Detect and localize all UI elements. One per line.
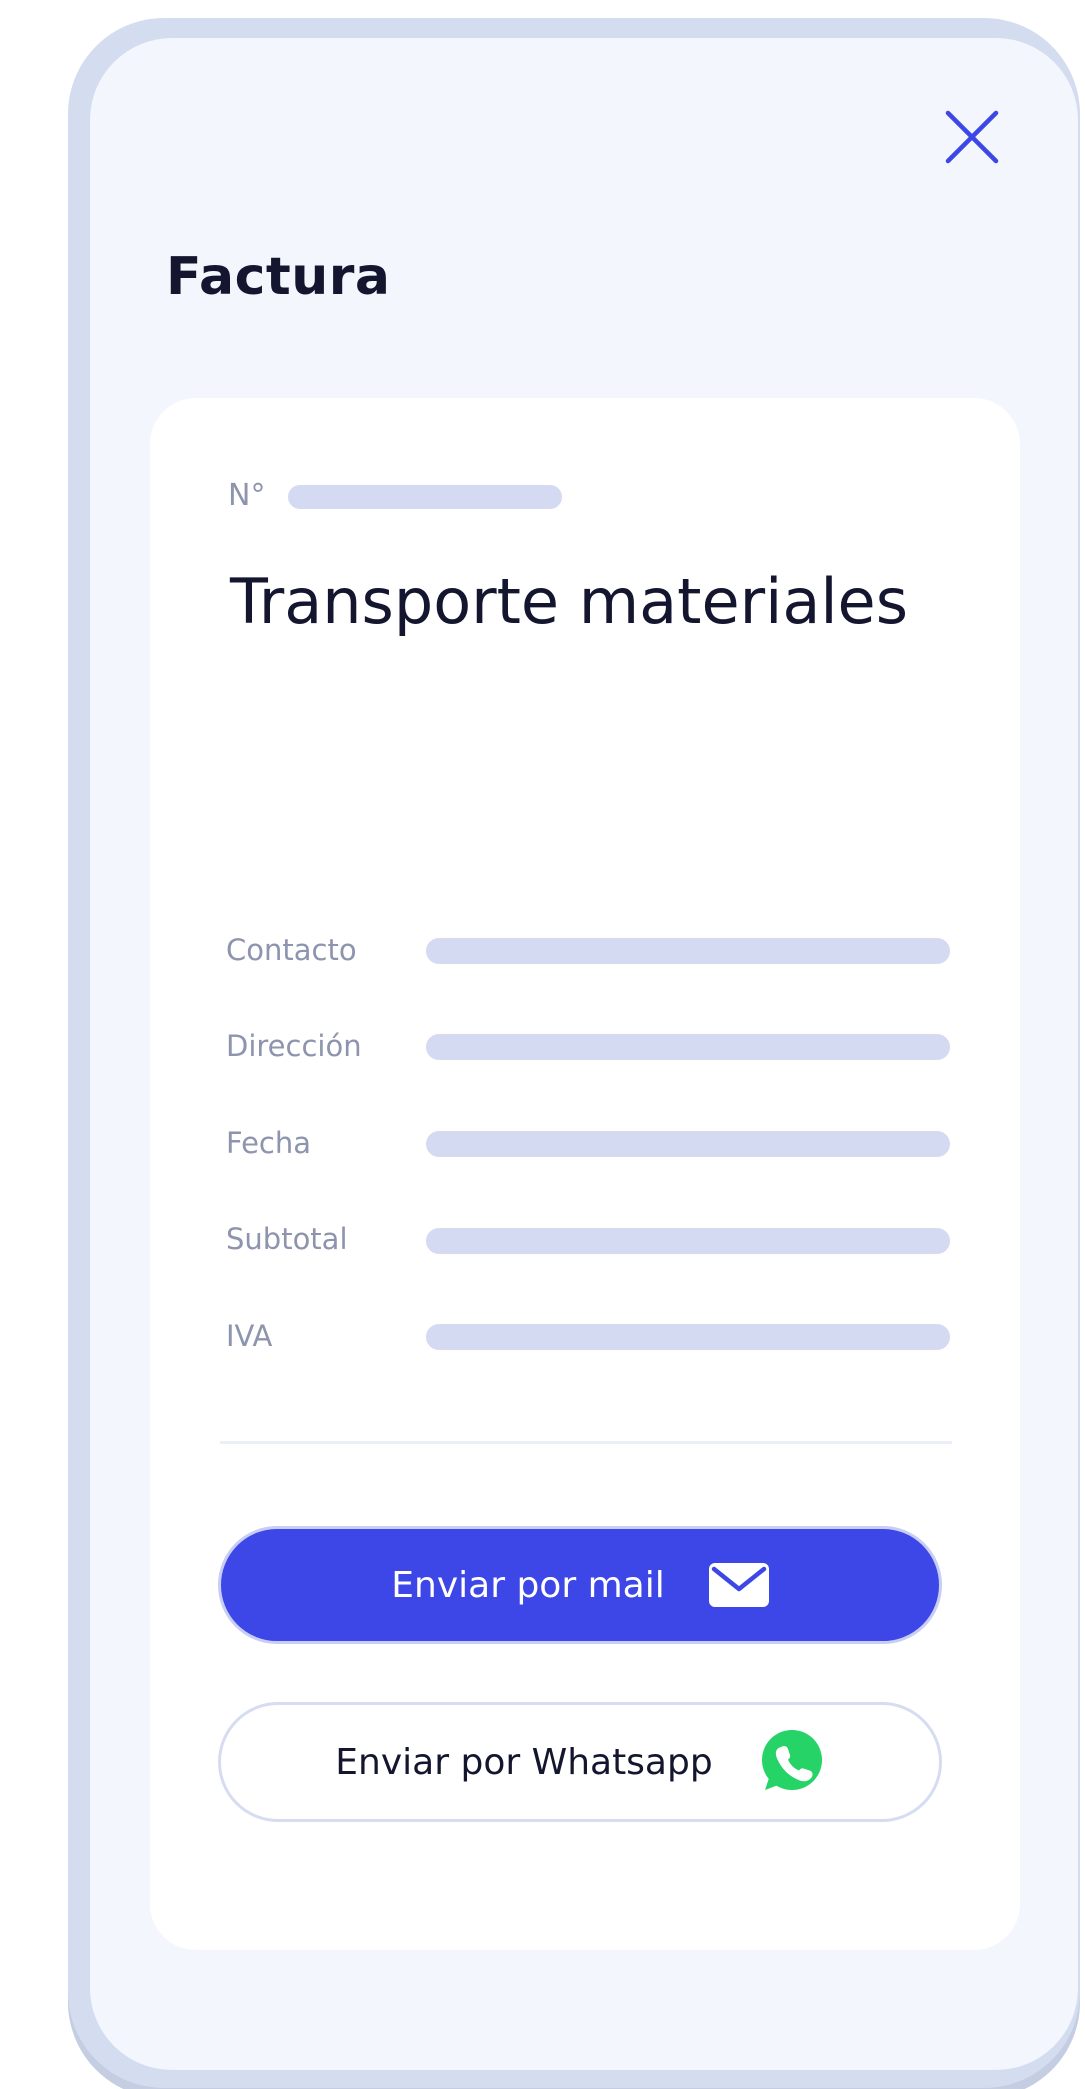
field-label-direccion: Dirección (226, 1029, 362, 1063)
field-value-subtotal-placeholder (426, 1228, 950, 1254)
field-value-contacto-placeholder (426, 938, 950, 964)
send-by-whatsapp-label: Enviar por Whatsapp (335, 1741, 713, 1783)
field-value-direccion-placeholder (426, 1034, 950, 1060)
field-label-fecha: Fecha (226, 1126, 312, 1160)
whatsapp-icon (757, 1728, 825, 1796)
close-icon (945, 110, 999, 164)
invoice-number-placeholder (288, 485, 562, 509)
field-label-contacto: Contacto (226, 933, 357, 967)
field-value-fecha-placeholder (426, 1131, 950, 1157)
page-title: Factura (166, 247, 391, 307)
field-label-iva: IVA (226, 1319, 273, 1353)
invoice-number-label: N° (228, 478, 266, 513)
field-value-iva-placeholder (426, 1324, 950, 1350)
send-by-mail-label: Enviar por mail (391, 1564, 665, 1606)
screen: Factura N° Transporte materiales Contact… (0, 0, 1085, 2089)
invoice-title: Transporte materiales (230, 565, 909, 638)
field-label-subtotal: Subtotal (226, 1222, 348, 1256)
envelope-icon (708, 1563, 769, 1607)
close-button[interactable] (940, 105, 1004, 169)
send-by-mail-button[interactable]: Enviar por mail (218, 1526, 942, 1644)
send-by-whatsapp-button[interactable]: Enviar por Whatsapp (218, 1702, 942, 1822)
divider (220, 1441, 952, 1444)
